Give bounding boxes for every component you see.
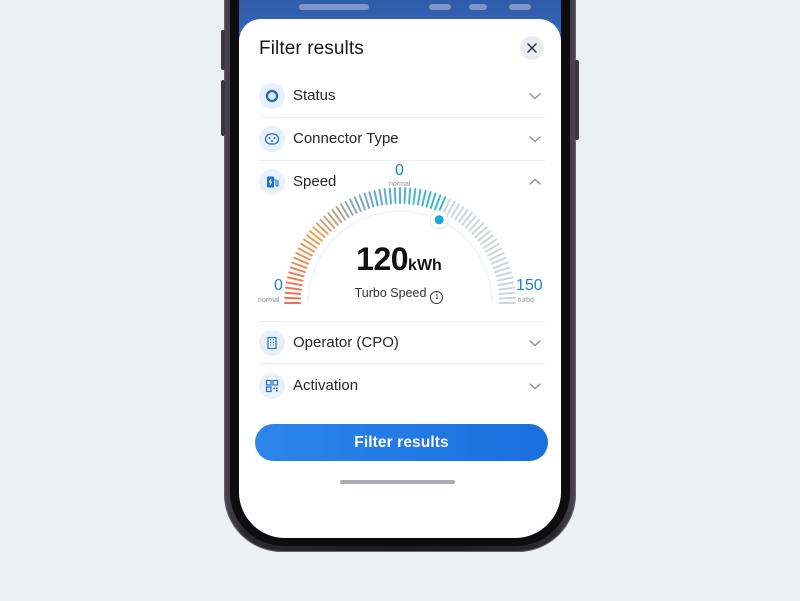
- gauge-max-value: 150: [516, 277, 543, 294]
- gauge-tick: [289, 266, 306, 274]
- filter-row-label: Activation: [293, 377, 359, 394]
- gauge-tick: [288, 271, 305, 278]
- background-text: [509, 4, 531, 10]
- gauge-tick: [492, 261, 509, 269]
- gauge-tick: [498, 286, 515, 291]
- phone-side-button: [575, 60, 579, 140]
- gauge-tick: [388, 187, 392, 205]
- gauge-tick: [496, 276, 514, 282]
- gauge-subtitle: Turbo Speed: [354, 286, 427, 300]
- gauge-tick: [412, 188, 417, 205]
- info-icon[interactable]: i: [430, 291, 444, 304]
- filter-sheet: Filter results Status Connector Type Spe…: [239, 19, 561, 538]
- gauge-tick: [497, 281, 515, 287]
- qr-code-icon: [259, 373, 285, 399]
- gauge-tick: [498, 291, 516, 295]
- gauge-tick: [373, 189, 379, 207]
- background-text: [469, 4, 487, 10]
- gauge-tick: [286, 276, 304, 282]
- filter-row-activation[interactable]: Activation: [259, 365, 545, 408]
- gauge-tick: [494, 266, 511, 274]
- gauge-tick: [429, 192, 437, 209]
- phone-screen: Filter results Status Connector Type Spe…: [239, 0, 561, 538]
- gauge-min-caption: normal: [258, 297, 280, 304]
- gauge-top-caption: normal: [389, 181, 411, 188]
- gauge-tick: [358, 194, 366, 211]
- gauge-tick: [291, 261, 308, 269]
- gauge-tick: [425, 191, 432, 208]
- gauge-tick: [285, 281, 303, 287]
- background-text: [429, 4, 451, 10]
- background-text: [299, 4, 369, 10]
- phone-side-button: [221, 30, 225, 70]
- gauge-tick: [363, 192, 371, 209]
- gauge-knob[interactable]: [434, 215, 444, 225]
- gauge-tick: [368, 191, 375, 208]
- building-icon: [259, 330, 285, 356]
- gauge-readout-unit: kWh: [408, 257, 442, 274]
- gauge-tick: [408, 187, 412, 205]
- chevron-down-icon: [529, 383, 541, 390]
- gauge-max-caption: turbo: [518, 297, 534, 304]
- gauge-tick: [434, 194, 442, 211]
- gauge-tick: [383, 188, 388, 205]
- gauge-readout: 120kWh: [339, 241, 459, 278]
- gauge-tick: [393, 187, 397, 205]
- gauge-min-value: 0: [274, 277, 283, 294]
- filter-row-operator[interactable]: Operator (CPO): [259, 321, 545, 364]
- gauge-readout-value: 120: [356, 241, 409, 277]
- gauge-subtitle-row: Turbo Speed i: [339, 286, 459, 304]
- gauge-tick: [378, 188, 384, 206]
- chevron-down-icon: [529, 340, 541, 347]
- phone-side-button: [221, 80, 225, 136]
- gauge-tick: [421, 189, 427, 207]
- filter-row-label: Operator (CPO): [293, 334, 399, 351]
- gauge-tick: [285, 286, 302, 291]
- gauge-tick: [284, 291, 302, 295]
- filter-results-button[interactable]: Filter results: [255, 424, 548, 461]
- home-indicator: [340, 480, 455, 484]
- gauge-top-value: 0: [395, 162, 404, 179]
- gauge-tick: [495, 271, 512, 278]
- gauge-tick: [498, 296, 516, 300]
- gauge-tick: [416, 188, 422, 206]
- gauge-tick: [284, 296, 302, 300]
- gauge-tick: [403, 187, 407, 205]
